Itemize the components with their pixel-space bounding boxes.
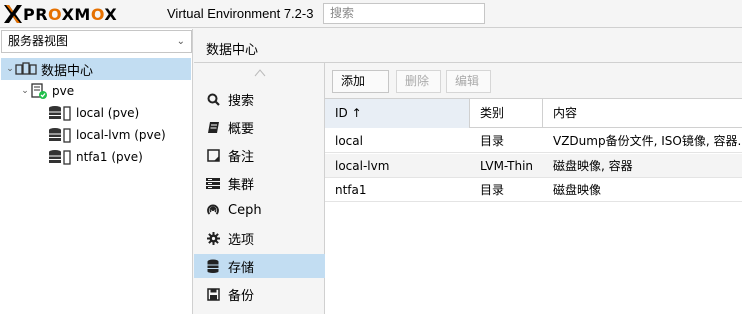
- cell-id: local-lvm: [335, 159, 390, 173]
- tree-node-label: local-lvm (pve): [76, 128, 166, 142]
- floppy-icon: [206, 287, 220, 301]
- cell-type: LVM-Thin: [480, 159, 534, 173]
- menu-item-summary[interactable]: 概要: [194, 115, 325, 139]
- menu-item-backup[interactable]: 备份: [194, 282, 325, 306]
- note-icon: [206, 148, 220, 162]
- menu-item-storage[interactable]: 存储: [194, 254, 325, 278]
- tree-node-label: pve: [52, 84, 75, 98]
- storage-grid-header: ID ↑ 类别 内容: [325, 99, 742, 128]
- menu-item-label: 选项: [228, 232, 255, 248]
- tree-node-ntfa1[interactable]: ntfa1 (pve): [48, 146, 143, 168]
- cell-type: 目录: [480, 183, 505, 197]
- storage-icon: [48, 149, 72, 165]
- table-row[interactable]: ntfa1 目录 磁盘映像: [325, 178, 742, 202]
- menu-item-label: 存储: [228, 260, 255, 276]
- storage-icon: [48, 127, 72, 143]
- logo-wordmark: PROXMOX: [23, 4, 118, 24]
- tree-node-label: 数据中心: [41, 63, 94, 79]
- server-stack-icon: [206, 176, 220, 190]
- view-selector[interactable]: 服务器视图 ⌄: [1, 30, 192, 53]
- scroll-up-icon[interactable]: [254, 69, 266, 77]
- storage-toolbar: 添加 ⌄ 删除 编辑: [325, 63, 742, 109]
- tree-node-local-lvm[interactable]: local-lvm (pve): [48, 124, 166, 146]
- collapse-icon[interactable]: ⌄: [5, 64, 15, 74]
- content-header: 数据中心: [194, 29, 742, 63]
- search-icon: [206, 92, 220, 106]
- tree-node-label: local (pve): [76, 106, 140, 120]
- menu-item-ceph[interactable]: Ceph: [194, 198, 325, 222]
- search-input[interactable]: 搜索: [323, 3, 485, 24]
- ceph-icon: [206, 203, 220, 217]
- menu-item-label: 搜索: [228, 93, 255, 109]
- proxmox-logo[interactable]: PROXMOX: [4, 4, 117, 24]
- tree-node-pve[interactable]: ⌄ pve: [20, 80, 74, 102]
- column-header-id[interactable]: ID ↑: [325, 99, 470, 128]
- server-online-icon: [30, 83, 48, 99]
- cell-content: VZDump备份文件, ISO镜像, 容器...: [553, 134, 742, 148]
- remove-button[interactable]: 删除: [396, 70, 441, 93]
- table-row[interactable]: local 目录 VZDump备份文件, ISO镜像, 容器...: [325, 129, 742, 153]
- database-icon: [206, 259, 220, 273]
- resource-tree-panel: 服务器视图 ⌄ ⌄ 数据中心 ⌄ pve local (pve) local-l…: [0, 29, 193, 314]
- book-icon: [206, 120, 220, 134]
- table-row[interactable]: local-lvm LVM-Thin 磁盘映像, 容器: [325, 154, 742, 178]
- menu-item-options[interactable]: 选项: [194, 226, 325, 250]
- cell-content: 磁盘映像: [553, 183, 602, 197]
- menu-item-notes[interactable]: 备注: [194, 143, 325, 167]
- chevron-down-icon: ⌄: [176, 36, 185, 47]
- top-bar: PROXMOX Virtual Environment 7.2-3 搜索: [0, 0, 742, 28]
- cell-type: 目录: [480, 134, 505, 148]
- datacenter-menu: 搜索 概要 备注 集群 Ceph 选项 存储 备份: [194, 63, 325, 314]
- add-button[interactable]: 添加 ⌄: [332, 70, 389, 109]
- menu-item-cluster[interactable]: 集群: [194, 171, 325, 195]
- cell-id: ntfa1: [335, 183, 367, 197]
- column-header-type[interactable]: 类别: [470, 99, 543, 128]
- cell-content: 磁盘映像, 容器: [553, 159, 633, 173]
- collapse-icon[interactable]: ⌄: [20, 86, 30, 96]
- gear-icon: [206, 231, 220, 245]
- edit-button[interactable]: 编辑: [446, 70, 491, 93]
- version-label: Virtual Environment 7.2-3: [167, 6, 314, 21]
- tree-node-local[interactable]: local (pve): [48, 102, 139, 124]
- menu-item-search[interactable]: 搜索: [194, 87, 325, 111]
- menu-item-label: Ceph: [228, 202, 262, 218]
- view-selector-value: 服务器视图: [8, 34, 69, 48]
- menu-item-label: 集群: [228, 177, 255, 193]
- column-header-content[interactable]: 内容: [543, 99, 742, 128]
- datacenter-icon: [15, 62, 37, 76]
- storage-icon: [48, 105, 72, 121]
- menu-item-label: 概要: [228, 121, 255, 137]
- menu-item-label: 备注: [228, 149, 255, 165]
- tree-node-datacenter[interactable]: ⌄ 数据中心: [1, 58, 191, 80]
- tree-node-label: ntfa1 (pve): [76, 150, 143, 164]
- add-button-label: 添加: [341, 74, 366, 88]
- menu-item-label: 备份: [228, 288, 255, 304]
- page-title: 数据中心: [206, 43, 259, 58]
- proxmox-x-icon: [4, 5, 22, 23]
- cell-id: local: [335, 134, 363, 148]
- storage-panel: 添加 ⌄ 删除 编辑 ID ↑ 类别 内容 local 目录 VZDump备份文…: [325, 63, 742, 314]
